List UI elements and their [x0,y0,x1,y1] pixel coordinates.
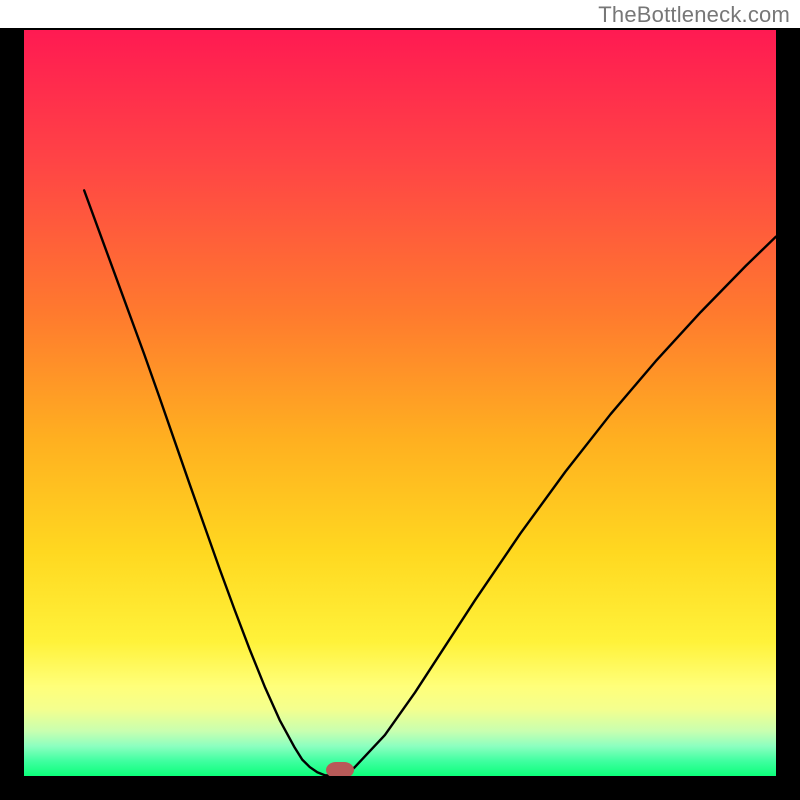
chart-outer-frame [0,28,800,800]
bottleneck-curve [24,30,776,776]
chart-plot-area [24,30,776,776]
optimal-point-marker [326,762,354,776]
watermark-text: TheBottleneck.com [598,2,790,28]
